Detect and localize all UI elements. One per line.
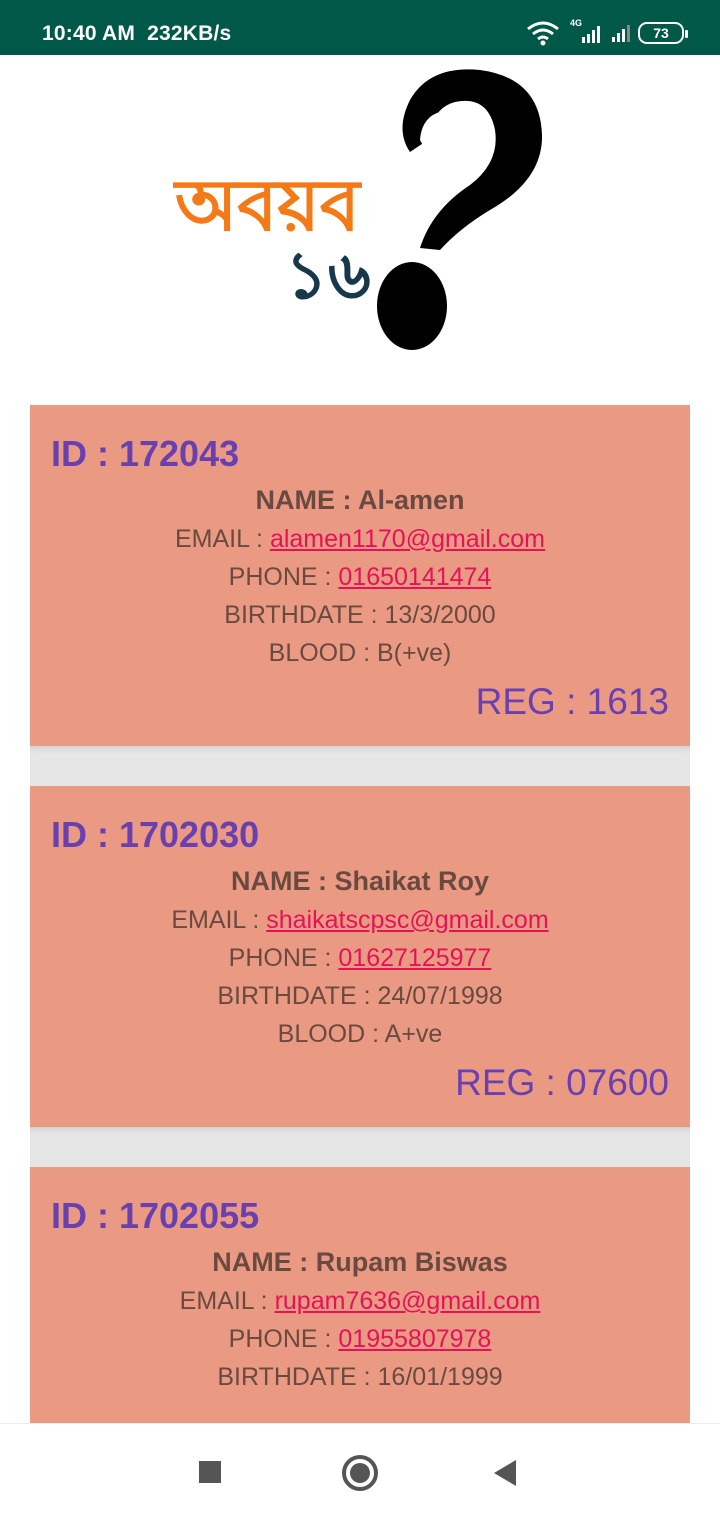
card-email-row: EMAIL : alamen1170@gmail.com bbox=[30, 525, 690, 554]
card-id: ID : 172043 bbox=[51, 433, 240, 474]
clock-text: 10:40 AM bbox=[42, 22, 136, 45]
back-button[interactable] bbox=[494, 1460, 516, 1486]
status-icons: 4G 73 bbox=[526, 18, 688, 46]
logo-text-number: ১৬ bbox=[285, 237, 371, 314]
student-card[interactable]: ID : 1702030 NAME : Shaikat Roy EMAIL : … bbox=[30, 786, 690, 1127]
card-email-row: EMAIL : shaikatscpsc@gmail.com bbox=[30, 906, 690, 935]
app-logo: অবয়ব ১৬ bbox=[172, 69, 543, 350]
signal-4g-icon: 4G bbox=[568, 18, 600, 43]
card-birthdate: BIRTHDATE : 13/3/2000 bbox=[224, 601, 496, 629]
card-birthdate: BIRTHDATE : 16/01/1999 bbox=[217, 1363, 503, 1391]
system-nav-bar bbox=[0, 1423, 720, 1520]
email-label: EMAIL : bbox=[171, 906, 267, 934]
card-divider bbox=[30, 746, 690, 786]
recents-button[interactable] bbox=[199, 1461, 221, 1483]
student-card-list[interactable]: ID : 172043 NAME : Al-amen EMAIL : alame… bbox=[0, 405, 720, 1423]
card-name: NAME : Al-amen bbox=[255, 485, 465, 515]
network-speed: 232KB/s bbox=[147, 22, 232, 45]
question-dot bbox=[377, 262, 447, 350]
wifi-icon bbox=[527, 21, 559, 46]
card-reg: REG : 07600 bbox=[455, 1062, 669, 1103]
email-link[interactable]: alamen1170@gmail.com bbox=[270, 525, 545, 553]
card-blood: BLOOD : B(+ve) bbox=[268, 639, 452, 667]
card-birthdate: BIRTHDATE : 24/07/1998 bbox=[217, 982, 503, 1010]
phone-link[interactable]: 01627125977 bbox=[338, 944, 491, 972]
home-button[interactable] bbox=[342, 1455, 378, 1491]
app-content: অবয়ব ১৬ ID : 172043 NAME : Al-amen EMAI… bbox=[0, 55, 720, 1423]
card-reg: REG : 1613 bbox=[475, 681, 669, 722]
phone-label: PHONE : bbox=[228, 1325, 339, 1353]
card-email-row: EMAIL : rupam7636@gmail.com bbox=[30, 1287, 690, 1316]
email-link[interactable]: rupam7636@gmail.com bbox=[275, 1287, 541, 1315]
logo-text-main: অবয়ব bbox=[172, 163, 363, 247]
student-card[interactable]: ID : 1702055 NAME : Rupam Biswas EMAIL :… bbox=[30, 1167, 690, 1423]
network-type-label: 4G bbox=[570, 17, 583, 28]
student-card[interactable]: ID : 172043 NAME : Al-amen EMAIL : alame… bbox=[30, 405, 690, 746]
card-phone-row: PHONE : 01955807978 bbox=[30, 1325, 690, 1354]
status-bar: 10:40 AM 232KB/s 4G 73 bbox=[0, 0, 720, 55]
phone-label: PHONE : bbox=[228, 944, 339, 972]
battery-icon: 73 bbox=[638, 22, 688, 44]
card-name: NAME : Rupam Biswas bbox=[212, 1247, 508, 1277]
phone-label: PHONE : bbox=[228, 563, 339, 591]
signal-icon bbox=[612, 24, 630, 42]
card-id: ID : 1702030 bbox=[51, 814, 260, 855]
question-mark-icon bbox=[402, 69, 543, 250]
email-label: EMAIL : bbox=[175, 525, 270, 553]
phone-link[interactable]: 01955807978 bbox=[338, 1325, 491, 1353]
email-label: EMAIL : bbox=[179, 1287, 275, 1315]
card-blood: BLOOD : A+ve bbox=[277, 1020, 443, 1048]
email-link[interactable]: shaikatscpsc@gmail.com bbox=[266, 906, 548, 934]
battery-level: 73 bbox=[653, 25, 669, 41]
phone-link[interactable]: 01650141474 bbox=[338, 563, 491, 591]
card-id: ID : 1702055 bbox=[51, 1195, 260, 1236]
card-phone-row: PHONE : 01627125977 bbox=[30, 944, 690, 973]
card-name: NAME : Shaikat Roy bbox=[230, 866, 490, 896]
status-time: 10:40 AM 232KB/s bbox=[42, 22, 231, 46]
card-divider bbox=[30, 1127, 690, 1167]
card-phone-row: PHONE : 01650141474 bbox=[30, 563, 690, 592]
